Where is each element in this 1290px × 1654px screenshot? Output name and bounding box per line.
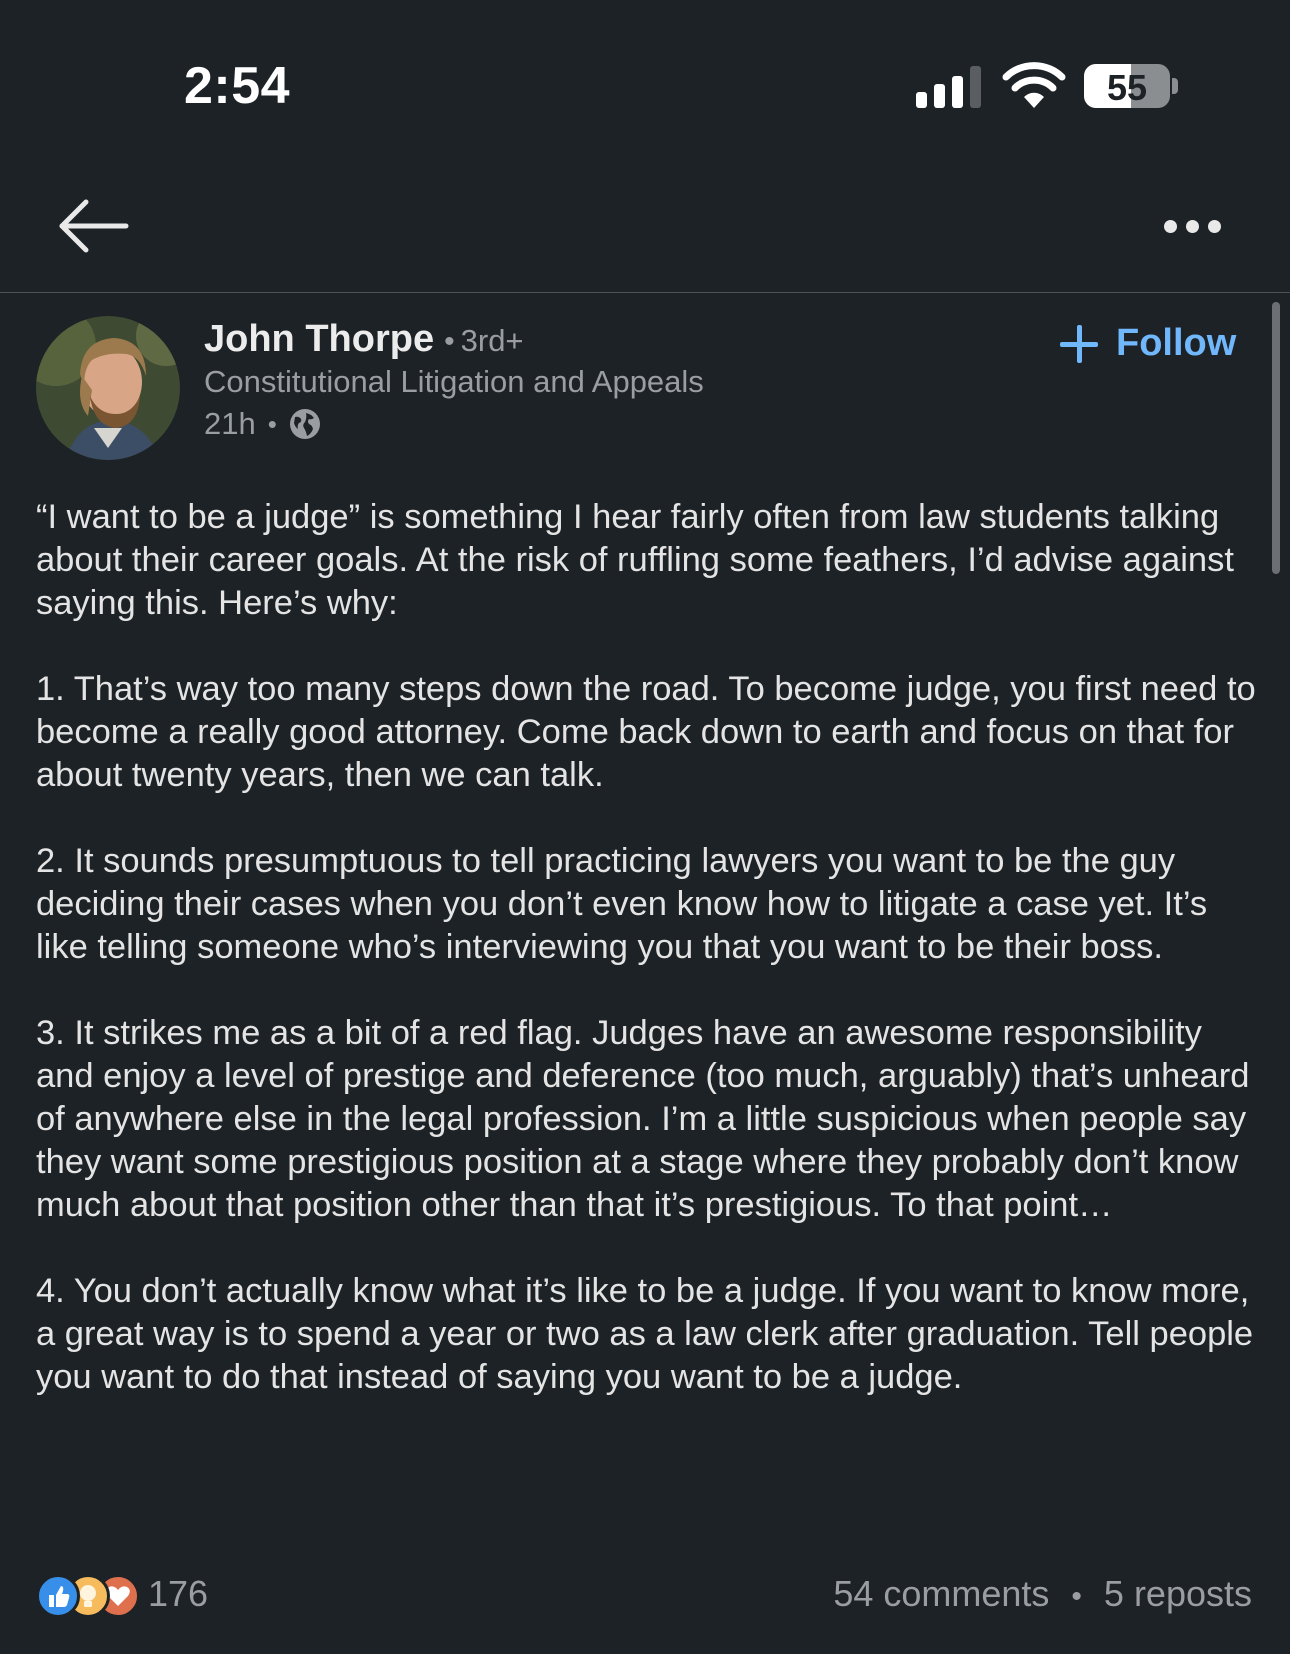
- like-icon: [36, 1574, 80, 1618]
- header-divider: [0, 292, 1290, 293]
- social-separator: •: [1071, 1580, 1082, 1613]
- post-paragraph-4: 4. You don’t actually know what it’s lik…: [36, 1272, 1254, 1396]
- social-counts: 54 comments • 5 reposts: [833, 1573, 1252, 1615]
- post-detail-screen: 2:54 55 John Thorpe • 3rd+ Constitutiona…: [0, 0, 1290, 1654]
- battery-level: 55: [1106, 67, 1148, 108]
- avatar[interactable]: [36, 316, 180, 460]
- back-button[interactable]: [58, 198, 130, 254]
- post-paragraph-2: 2. It sounds presumptuous to tell practi…: [36, 842, 1208, 966]
- post-paragraph-3: 3. It strikes me as a bit of a red flag.…: [36, 1014, 1250, 1224]
- arrow-left-icon: [59, 199, 129, 253]
- battery-icon: 55: [1084, 64, 1170, 108]
- status-time: 2:54: [184, 57, 291, 115]
- scrollbar[interactable]: [1272, 302, 1280, 574]
- battery-cap: [1172, 78, 1178, 94]
- author-line: John Thorpe • 3rd+: [204, 318, 524, 361]
- cellular-signal-icon: [916, 66, 982, 108]
- post-body: “I want to be a judge” is something I he…: [36, 496, 1266, 1442]
- post-paragraph-intro: “I want to be a judge” is something I he…: [36, 498, 1234, 622]
- reactions-summary[interactable]: [36, 1574, 146, 1618]
- follow-button[interactable]: Follow: [1060, 322, 1236, 365]
- author-separator: •: [444, 325, 455, 358]
- globe-icon: [289, 409, 320, 439]
- author-headline: Constitutional Litigation and Appeals: [204, 364, 704, 399]
- reaction-count[interactable]: 176: [148, 1573, 208, 1615]
- more-options-button[interactable]: [1158, 212, 1228, 238]
- post-time: 21h: [204, 406, 256, 441]
- author-name[interactable]: John Thorpe: [204, 318, 434, 360]
- connection-degree: 3rd+: [460, 323, 524, 358]
- comments-count[interactable]: 54 comments: [833, 1573, 1049, 1614]
- reposts-count[interactable]: 5 reposts: [1104, 1573, 1252, 1614]
- plus-icon: [1060, 324, 1098, 363]
- wifi-icon: [1002, 62, 1066, 108]
- follow-label: Follow: [1116, 322, 1237, 364]
- meta-separator: •: [267, 408, 277, 439]
- post-meta: 21h •: [204, 406, 321, 442]
- post-paragraph-1: 1. That’s way too many steps down the ro…: [36, 670, 1256, 794]
